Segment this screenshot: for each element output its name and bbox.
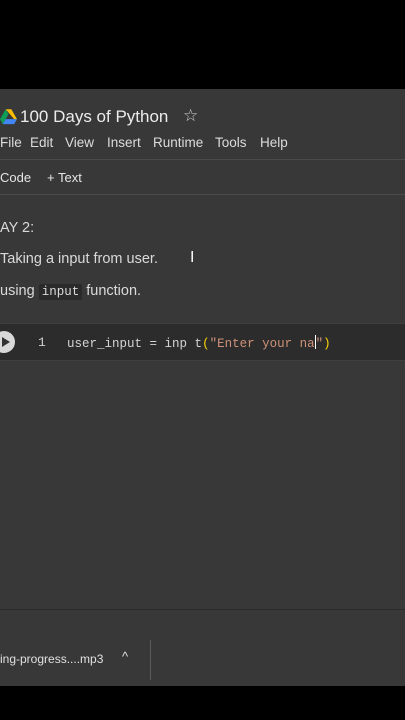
- add-code-button[interactable]: Code: [0, 170, 31, 185]
- menu-tools[interactable]: Tools: [215, 135, 247, 150]
- notebook-title[interactable]: 100 Days of Python: [20, 107, 168, 127]
- google-drive-icon[interactable]: [0, 109, 17, 125]
- code-editor[interactable]: user_input = input("Enter your na"): [67, 335, 331, 351]
- markdown-text: function.: [86, 283, 142, 299]
- code-text: user_input = inp: [67, 337, 188, 351]
- colab-window: 100 Days of Python ☆ File Edit View Inse…: [0, 89, 405, 686]
- menu-runtime[interactable]: Runtime: [153, 135, 203, 150]
- code-text: t: [194, 337, 203, 351]
- markdown-heading: AY 2:: [0, 220, 35, 236]
- download-bar: ing-progress....mp3 ^: [0, 609, 405, 686]
- close-paren: ): [323, 337, 331, 351]
- open-paren: (: [202, 337, 210, 351]
- menu-view[interactable]: View: [65, 135, 94, 150]
- cell-toolbar: Code + Text: [0, 159, 405, 195]
- markdown-line-2: using input function.: [0, 283, 142, 300]
- divider: [150, 640, 151, 680]
- code-cell[interactable]: 1 user_input = input("Enter your na"): [0, 323, 405, 361]
- menu-file[interactable]: File: [0, 135, 22, 150]
- download-item[interactable]: ing-progress....mp3 ^: [0, 630, 150, 670]
- line-number: 1: [38, 335, 46, 350]
- string-close: ": [315, 337, 324, 351]
- star-icon[interactable]: ☆: [183, 106, 198, 126]
- menu-edit[interactable]: Edit: [30, 135, 53, 150]
- title-bar: 100 Days of Python ☆ File Edit View Inse…: [0, 89, 405, 150]
- ibeam-cursor-icon: I: [190, 248, 195, 266]
- chevron-up-icon[interactable]: ^: [122, 649, 128, 664]
- run-cell-icon[interactable]: [0, 331, 15, 353]
- markdown-text: using: [0, 283, 35, 299]
- string-literal: "Enter your na: [209, 337, 315, 351]
- menu-help[interactable]: Help: [260, 135, 288, 150]
- menu-insert[interactable]: Insert: [107, 135, 141, 150]
- markdown-line-1: Taking a input from user.: [0, 251, 158, 267]
- add-text-button[interactable]: + Text: [47, 170, 82, 185]
- download-file-name[interactable]: ing-progress....mp3: [0, 652, 103, 666]
- inline-code: input: [38, 284, 83, 300]
